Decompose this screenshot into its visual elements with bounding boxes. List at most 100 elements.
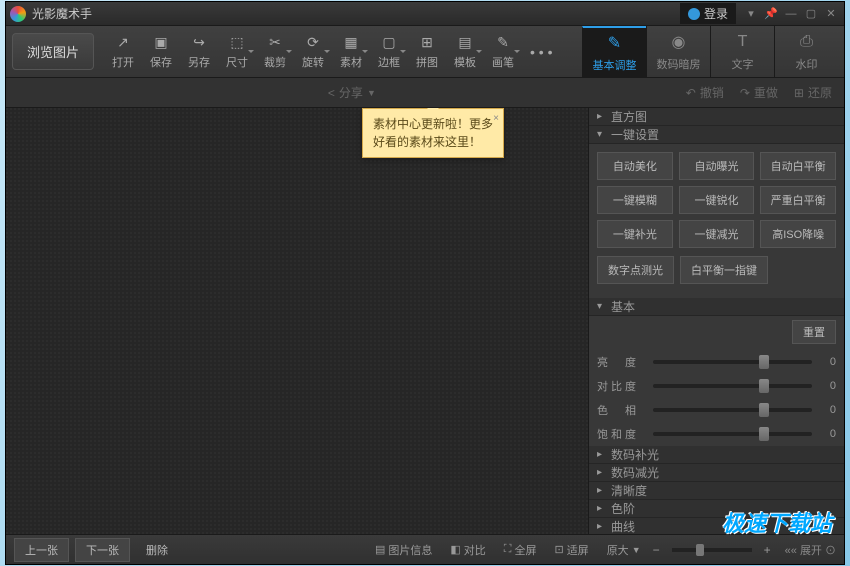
slider-track[interactable]	[653, 408, 812, 412]
tool-保存[interactable]: ▣ 保存	[142, 30, 180, 74]
slider-row-亮 度: 亮 度 0	[589, 350, 844, 374]
quick-btn-一键减光[interactable]: 一键减光	[679, 220, 755, 248]
tab-基本调整[interactable]: ✎基本调整	[582, 26, 646, 78]
restore-button[interactable]: ⊞还原	[794, 84, 832, 101]
chevron-right-icon: ▸	[597, 111, 607, 122]
tool-label: 素材	[340, 54, 362, 70]
prev-image-button[interactable]: 上一张	[14, 538, 69, 562]
delete-button[interactable]: 删除	[136, 539, 178, 561]
quick-btn-自动白平衡[interactable]: 自动白平衡	[760, 152, 836, 180]
oneclick-body: 自动美化自动曝光自动白平衡一键模糊一键锐化严重白平衡一键补光一键减光高ISO降噪…	[589, 144, 844, 298]
login-button[interactable]: 登录	[680, 3, 736, 24]
quick-btn-自动曝光[interactable]: 自动曝光	[679, 152, 755, 180]
slider-row-饱和度: 饱和度 0	[589, 422, 844, 446]
tool-另存[interactable]: ↪另存	[180, 30, 218, 74]
slider-track[interactable]	[653, 432, 812, 436]
section-curves[interactable]: ▸曲线	[589, 518, 844, 534]
fullscreen-icon: ⛶	[504, 543, 512, 556]
section-levels[interactable]: ▸色阶	[589, 500, 844, 518]
quick-btn-白平衡一指键[interactable]: 白平衡一指键	[680, 256, 768, 284]
tool-拼图[interactable]: ⊞拼图	[408, 30, 446, 74]
slider-track[interactable]	[653, 384, 812, 388]
fit-icon: ⊡	[554, 543, 563, 556]
undo-button[interactable]: ↶撤销	[686, 84, 724, 101]
tool-label: 边框	[378, 54, 400, 70]
bottom-bar: 上一张 下一张 删除 ▤图片信息 ◧对比 ⛶全屏 ⊡适屏 原大▼ − + «« …	[6, 534, 844, 564]
canvas-area[interactable]: × 素材中心更新啦！更多 好看的素材来这里！	[6, 108, 588, 534]
restore-icon: ⊞	[794, 86, 804, 100]
tab-水印[interactable]: ⎙水印	[774, 26, 838, 78]
quick-btn-高ISO降噪[interactable]: 高ISO降噪	[760, 220, 836, 248]
quick-btn-一键模糊[interactable]: 一键模糊	[597, 186, 673, 214]
slider-thumb[interactable]	[759, 355, 769, 369]
redo-button[interactable]: ↷重做	[740, 84, 778, 101]
tool-尺寸[interactable]: ⬚尺寸	[218, 30, 256, 74]
slider-thumb[interactable]	[759, 403, 769, 417]
chevron-right-icon: ▸	[597, 467, 607, 478]
quick-btn-一键补光[interactable]: 一键补光	[597, 220, 673, 248]
tool-label: 拼图	[416, 54, 438, 70]
reset-button[interactable]: 重置	[792, 320, 836, 344]
tab-icon: T	[733, 32, 753, 52]
tool-label: 保存	[150, 54, 172, 70]
expand-panel-button[interactable]: «« 展开 ⊙	[785, 542, 836, 558]
image-info-button[interactable]: ▤图片信息	[369, 542, 438, 558]
close-button[interactable]: ✕	[822, 5, 840, 23]
quick-btn-严重白平衡[interactable]: 严重白平衡	[760, 186, 836, 214]
section-digital-reduce[interactable]: ▸数码减光	[589, 464, 844, 482]
slider-label: 色 相	[597, 402, 647, 418]
window-controls: ▾ 📌 — ▢ ✕	[742, 5, 840, 23]
slider-thumb[interactable]	[759, 379, 769, 393]
share-button[interactable]: <分享▼	[328, 84, 376, 101]
tab-label: 数码暗房	[657, 56, 701, 72]
tooltip-close-icon[interactable]: ×	[493, 111, 499, 126]
redo-icon: ↷	[740, 86, 750, 100]
slider-track[interactable]	[653, 360, 812, 364]
tab-文字[interactable]: T文字	[710, 26, 774, 78]
slider-label: 亮 度	[597, 354, 647, 370]
section-basic[interactable]: ▾基本	[589, 298, 844, 316]
zoom-out-icon[interactable]: −	[653, 543, 660, 557]
more-tools[interactable]: • • •	[522, 40, 560, 64]
dropdown-button[interactable]: ▾	[742, 5, 760, 23]
section-histogram[interactable]: ▸直方图	[589, 108, 844, 126]
pin-button[interactable]: 📌	[762, 5, 780, 23]
tool-icon: ⟳	[304, 34, 322, 52]
zoom-thumb[interactable]	[696, 544, 704, 556]
tool-裁剪[interactable]: ✂裁剪	[256, 30, 294, 74]
tool-icon: ✂	[266, 34, 284, 52]
tool-旋转[interactable]: ⟳ 旋转	[294, 30, 332, 74]
undo-icon: ↶	[686, 86, 696, 100]
slider-thumb[interactable]	[759, 427, 769, 441]
tool-label: 旋转	[302, 54, 324, 70]
tool-icon: ▣	[152, 34, 170, 52]
tool-素材[interactable]: ▦素材	[332, 30, 370, 74]
tooltip-line2: 好看的素材来这里！	[373, 133, 493, 151]
slider-value: 0	[818, 380, 836, 392]
next-image-button[interactable]: 下一张	[75, 538, 130, 562]
slider-value: 0	[818, 428, 836, 440]
fit-screen-button[interactable]: ⊡适屏	[548, 542, 594, 558]
material-tooltip: × 素材中心更新啦！更多 好看的素材来这里！	[362, 108, 504, 158]
original-size-button[interactable]: 原大▼	[601, 542, 647, 558]
app-logo-icon	[10, 6, 26, 22]
compare-button[interactable]: ◧对比	[444, 542, 491, 558]
tool-边框[interactable]: ▢边框	[370, 30, 408, 74]
zoom-in-icon[interactable]: +	[764, 543, 771, 557]
tab-数码暗房[interactable]: ◉数码暗房	[646, 26, 710, 78]
browse-images-button[interactable]: 浏览图片	[12, 33, 94, 70]
slider-label: 对比度	[597, 378, 647, 394]
quick-btn-数字点测光[interactable]: 数字点测光	[597, 256, 674, 284]
section-digital-fill[interactable]: ▸数码补光	[589, 446, 844, 464]
quick-btn-自动美化[interactable]: 自动美化	[597, 152, 673, 180]
tool-打开[interactable]: ↗打开	[104, 30, 142, 74]
zoom-slider[interactable]	[672, 548, 752, 552]
section-oneclick[interactable]: ▾一键设置	[589, 126, 844, 144]
tool-模板[interactable]: ▤模板	[446, 30, 484, 74]
maximize-button[interactable]: ▢	[802, 5, 820, 23]
tool-画笔[interactable]: ✎画笔	[484, 30, 522, 74]
quick-btn-一键锐化[interactable]: 一键锐化	[679, 186, 755, 214]
minimize-button[interactable]: —	[782, 5, 800, 23]
section-clarity[interactable]: ▸清晰度	[589, 482, 844, 500]
fullscreen-button[interactable]: ⛶全屏	[498, 542, 543, 558]
